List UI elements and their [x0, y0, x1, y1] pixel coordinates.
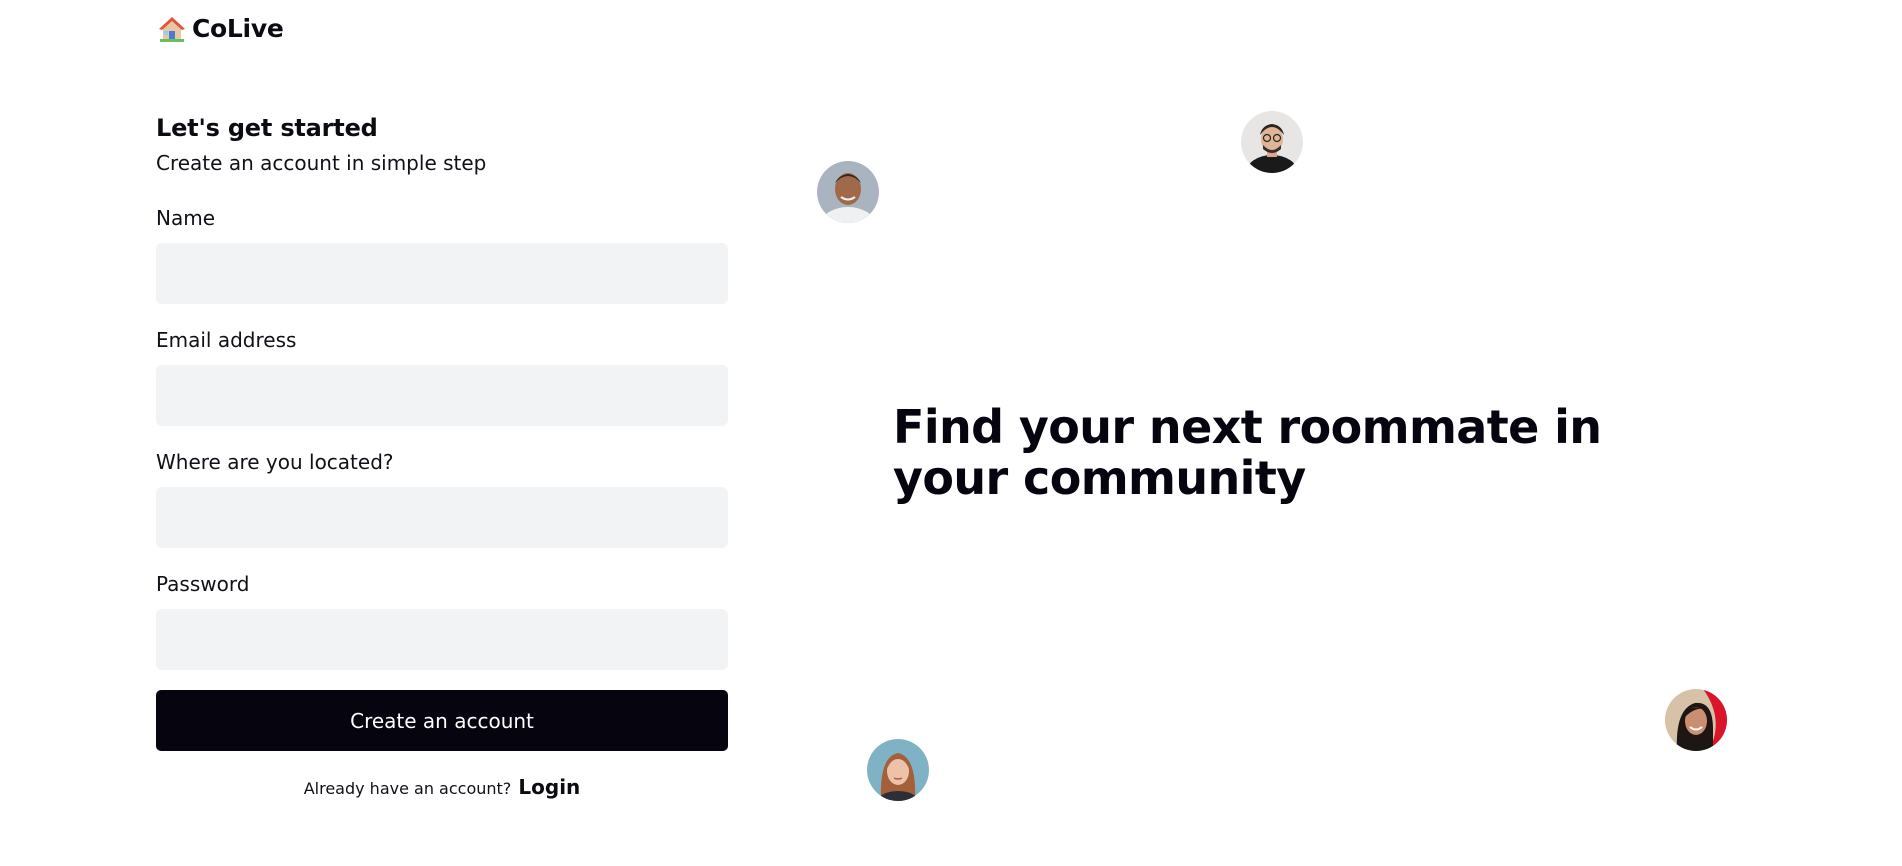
create-account-button[interactable]: Create an account	[156, 690, 728, 751]
name-input[interactable]	[156, 243, 728, 304]
signup-form: Let's get started Create an account in s…	[156, 111, 728, 799]
house-icon	[158, 15, 186, 43]
email-input[interactable]	[156, 365, 728, 426]
password-input[interactable]	[156, 609, 728, 670]
avatar	[1665, 689, 1727, 751]
form-title: Let's get started	[156, 114, 378, 142]
hero-headline: Find your next roommate in your communit…	[893, 400, 1602, 505]
brand-logo[interactable]: CoLive	[158, 14, 284, 43]
avatar	[867, 739, 929, 801]
brand-name: CoLive	[192, 14, 284, 43]
avatar	[1241, 111, 1303, 173]
password-label: Password	[156, 572, 250, 596]
signup-page: CoLive Let's get started Create an accou…	[0, 0, 1902, 866]
login-link[interactable]: Login	[518, 775, 580, 799]
location-input[interactable]	[156, 487, 728, 548]
login-prompt-text: Already have an account?	[303, 779, 512, 798]
email-label: Email address	[156, 328, 297, 352]
form-subtitle: Create an account in simple step	[156, 151, 487, 175]
login-prompt-row: Already have an account? Login	[156, 774, 728, 802]
location-label: Where are you located?	[156, 450, 394, 474]
avatar	[817, 161, 879, 223]
name-label: Name	[156, 206, 216, 230]
